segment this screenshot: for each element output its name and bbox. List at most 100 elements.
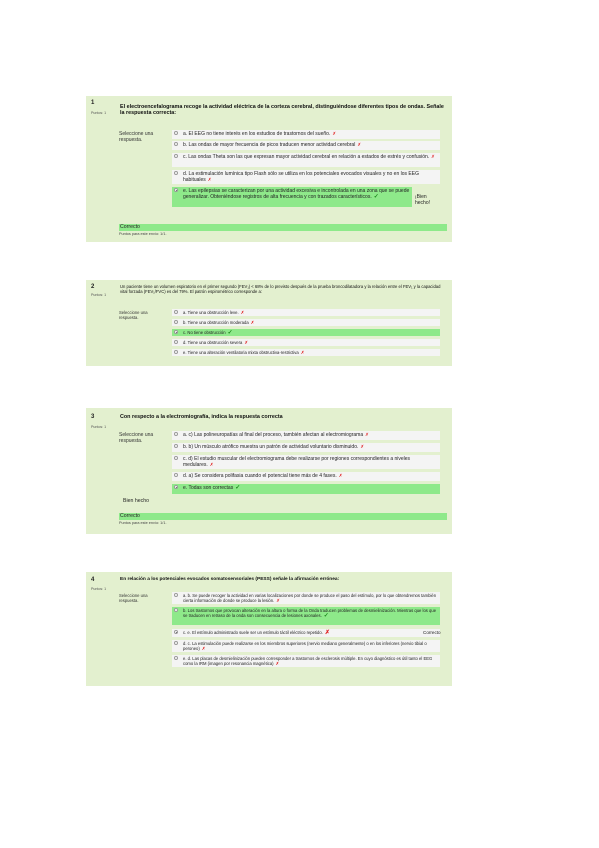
question-number: 4 [91,577,95,583]
answer-option-c[interactable]: c. e. El estímulo administrado suele ser… [172,629,440,637]
answer-option-b[interactable]: b. Los trastornos que provocan alteració… [172,607,440,625]
answer-option-c[interactable]: c. Las ondas Theta son las que expresan … [172,153,440,167]
answer-option-e[interactable]: e. Tiene una alteración ventilatoria mix… [172,349,440,356]
option-text: c. Las ondas Theta son las que expresan … [183,153,430,160]
radio-button[interactable] [174,656,178,661]
radio-button[interactable] [174,608,178,613]
radio-button[interactable] [174,154,178,159]
answer-option-a[interactable]: a. Tiene una obstrucción leve. ✗ [172,309,440,316]
select-label: Seleccione una respuesta. [119,131,154,143]
incorrect-icon: ✗ [240,309,245,315]
incorrect-icon: ✗ [365,431,369,437]
option-text: c. d) El estudio muscular del electromio… [183,455,411,468]
radio-button[interactable] [174,320,178,325]
option-text: b. b) Un músculo atrófico muestra un pat… [183,443,359,450]
incorrect-icon: ✗ [276,597,281,603]
incorrect-icon: ✗ [431,153,435,159]
answer-option-c[interactable]: c. d) El estudio muscular del electromio… [172,455,440,469]
question-3-card: 3 Puntos: 1 Con respecto a la electromio… [86,408,452,534]
question-text: El electroencefalograma recoge la activi… [120,104,444,117]
incorrect-icon: ✗ [275,660,280,666]
incorrect-icon: ✗ [324,629,330,636]
radio-button[interactable] [174,432,178,437]
answer-feedback: Bien hecho [123,498,149,504]
question-text: Con respecto a la electromiografía, indi… [120,414,283,420]
option-text: a. b. Se puede recoger la actividad en v… [183,592,437,603]
question-number: 3 [91,414,95,420]
answer-option-d[interactable]: d. La estimulación lumínica tipo Flash s… [172,170,440,184]
result-banner: Correcto [119,224,447,231]
question-points: Puntos: 1 [91,587,107,591]
question-text: Un paciente tiene un volumen espiratorio… [120,284,441,295]
answer-option-e[interactable]: e. d. Las placas de desmielinización pue… [172,655,440,667]
question-points: Puntos: 1 [91,111,107,115]
incorrect-icon: ✗ [332,130,337,136]
radio-button[interactable] [174,350,178,355]
option-text: e. Tiene una alteración ventilatoria mix… [183,349,299,355]
answer-option-c[interactable]: c. No tiene obstrucción ✓ [172,329,440,336]
option-text: d. La estimulación lumínica tipo Flash s… [183,170,419,183]
answer-option-a[interactable]: a. c) Las polineuropatías al final del p… [172,431,440,440]
question-4-card: 4 Puntos: 1 En relación a los potenciale… [86,572,452,686]
answer-feedback: ¡Bien hecho! [415,194,431,206]
result-banner: Correcto [119,513,447,520]
incorrect-icon: ✗ [357,141,362,147]
answer-option-e[interactable]: e. Todas son correctas ✓ [172,484,440,494]
grade-text: Puntos para este envío: 1/1. [119,521,167,525]
incorrect-icon: ✗ [250,319,255,325]
question-2-card: 2 Puntos: 1 Un paciente tiene un volumen… [86,280,452,366]
radio-button[interactable] [174,593,178,598]
correct-icon: ✓ [373,193,379,200]
option-text: d. Tiene una obstrucción severa [183,339,243,345]
option-text: d. a) Se considera polifasia cuando el p… [183,472,337,479]
answer-feedback: Correcto [423,630,441,635]
radio-button[interactable] [174,456,178,461]
incorrect-icon: ✗ [300,349,305,355]
question-1-card: 1 Puntos: 1 El electroencefalograma reco… [86,96,452,242]
answer-option-d[interactable]: d. Tiene una obstrucción severa ✗ [172,339,440,346]
radio-button[interactable] [174,340,178,345]
answer-option-b[interactable]: b. b) Un músculo atrófico muestra un pat… [172,443,440,452]
option-text: c. e. El estímulo administrado suele ser… [183,629,323,635]
incorrect-icon: ✗ [209,461,214,467]
radio-button[interactable] [174,142,178,147]
option-text: e. Todas son correctas [183,484,234,491]
option-text: e. d. Las placas de desmielinización pue… [183,655,433,666]
incorrect-icon: ✗ [338,472,343,478]
correct-icon: ✓ [323,612,329,619]
answer-option-e[interactable]: e. Las epilepsias se caracterizan por un… [172,187,412,207]
answer-option-b[interactable]: b. Las ondas de mayor frecuencia de pico… [172,141,440,150]
select-label: Seleccione una respuesta. [119,432,154,444]
radio-button-selected[interactable] [174,485,178,490]
radio-button-selected[interactable] [174,630,178,635]
radio-button[interactable] [174,171,178,176]
radio-button[interactable] [174,310,178,315]
radio-button-selected[interactable] [174,188,178,193]
radio-button-selected[interactable] [174,330,178,335]
question-points: Puntos: 1 [91,425,107,429]
correct-icon: ✓ [227,329,233,336]
answer-option-a[interactable]: a. b. Se puede recoger la actividad en v… [172,592,440,604]
incorrect-icon: ✗ [201,645,206,651]
radio-button[interactable] [174,473,178,478]
grade-text: Puntos para este envío: 1/1. [119,232,167,236]
radio-button[interactable] [174,131,178,136]
radio-button[interactable] [174,641,178,646]
question-points: Puntos: 1 [91,293,107,297]
question-number: 1 [91,100,95,106]
answer-option-d[interactable]: d. a) Se considera polifasia cuando el p… [172,472,440,481]
incorrect-icon: ✗ [244,339,249,345]
option-text: a. Tiene una obstrucción leve. [183,309,239,315]
option-text: a. El EEG no tiene interés en los estudi… [183,130,331,137]
radio-button[interactable] [174,444,178,449]
option-text: a. c) Las polineuropatías al final del p… [183,431,364,438]
option-text: b. Los trastornos que provocan alteració… [183,607,437,618]
option-text: d. c. La estimulación puede realizarse e… [183,640,427,651]
answer-option-a[interactable]: a. El EEG no tiene interés en los estudi… [172,130,440,139]
question-number: 2 [91,284,95,290]
answer-option-d[interactable]: d. c. La estimulación puede realizarse e… [172,640,440,652]
answer-option-b[interactable]: b. Tiene una obstrucción moderada ✗ [172,319,440,326]
question-text: En relación a los potenciales evocados s… [120,577,340,582]
option-text: b. Las ondas de mayor frecuencia de pico… [183,141,356,148]
select-label: Seleccione una respuesta. [119,310,148,320]
